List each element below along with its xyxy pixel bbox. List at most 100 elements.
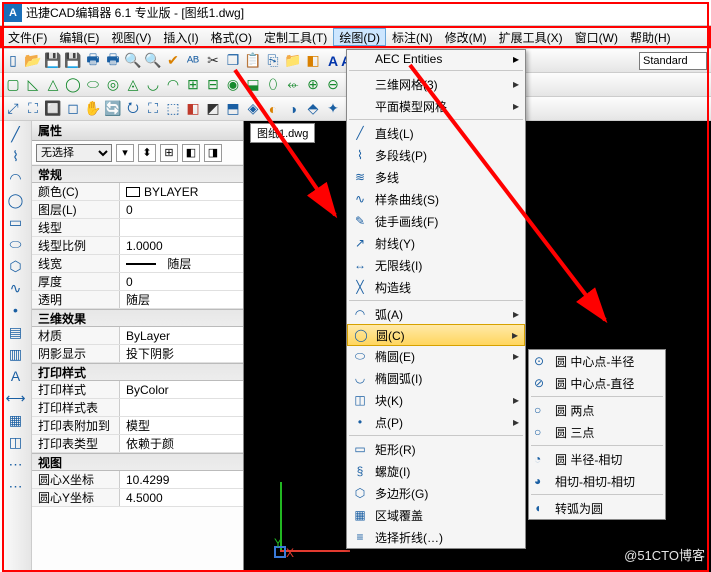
- misc3-icon[interactable]: ◈: [244, 100, 262, 118]
- pal-btn4[interactable]: ◧: [182, 144, 200, 162]
- menu-file[interactable]: 文件(F): [2, 28, 53, 46]
- menu-circle[interactable]: ◯圆(C)▸: [347, 324, 525, 346]
- menu-polygon[interactable]: ⬡多边形(G): [347, 482, 525, 504]
- extrude-icon[interactable]: ⬓: [244, 76, 262, 94]
- pal-btn2[interactable]: ⬍: [138, 144, 156, 162]
- prop-layer-value[interactable]: 0: [120, 201, 243, 218]
- solid-dome-icon[interactable]: ◠: [164, 76, 182, 94]
- dock-rect-icon[interactable]: ▭: [7, 213, 25, 231]
- solid-dish-icon[interactable]: ◡: [144, 76, 162, 94]
- pan-icon[interactable]: ✋: [84, 100, 102, 118]
- dock-circle-icon[interactable]: ◯: [7, 191, 25, 209]
- print-icon[interactable]: 🖶: [84, 52, 102, 70]
- group-general[interactable]: 常规: [32, 165, 243, 183]
- prop-cy-value[interactable]: 4.5000: [120, 489, 243, 506]
- dock-more1-icon[interactable]: ⋯: [7, 455, 25, 473]
- dock-hatch-icon[interactable]: ▤: [7, 323, 25, 341]
- menu-window[interactable]: 窗口(W): [569, 28, 624, 46]
- saveall-icon[interactable]: 💾: [64, 52, 82, 70]
- menu-insert[interactable]: 插入(I): [157, 28, 204, 46]
- canvas-tab[interactable]: 图纸1.dwg: [250, 123, 315, 143]
- prop-ltype-value[interactable]: [120, 219, 243, 236]
- circle-ttt[interactable]: ◕相切-相切-相切: [529, 470, 665, 492]
- group-view[interactable]: 视图: [32, 453, 243, 471]
- save-icon[interactable]: 💾: [44, 52, 62, 70]
- menu-cline[interactable]: ╳构造线: [347, 276, 525, 298]
- menu-format[interactable]: 格式(O): [205, 28, 258, 46]
- dock-polygon-icon[interactable]: ⬡: [7, 257, 25, 275]
- zoom1-icon[interactable]: ⤢: [4, 100, 22, 118]
- prop-cx-value[interactable]: 10.4299: [120, 471, 243, 488]
- mesh-icon[interactable]: ⊞: [184, 76, 202, 94]
- solid-box-icon[interactable]: ▢: [4, 76, 22, 94]
- menu-modify[interactable]: 修改(M): [439, 28, 493, 46]
- dock-text-icon[interactable]: A: [7, 367, 25, 385]
- menu-edit[interactable]: 编辑(E): [53, 28, 105, 46]
- dock-ellipse-icon[interactable]: ⬭: [7, 235, 25, 253]
- union-icon[interactable]: ⊕: [304, 76, 322, 94]
- menu-help[interactable]: 帮助(H): [624, 28, 677, 46]
- menu-infline[interactable]: ↔无限线(I): [347, 254, 525, 276]
- copy-icon[interactable]: ❐: [224, 52, 242, 70]
- print2-icon[interactable]: 🖶: [104, 52, 122, 70]
- menu-annotate[interactable]: 标注(N): [386, 28, 439, 46]
- solid-torus-icon[interactable]: ◎: [104, 76, 122, 94]
- arc-to-circle[interactable]: ◖转弧为圆: [529, 497, 665, 519]
- prop-color-value[interactable]: BYLAYER: [144, 185, 198, 199]
- menu-extras[interactable]: ≡选择折线(…): [347, 526, 525, 548]
- preview-icon[interactable]: 🔍: [124, 52, 142, 70]
- menu-spiral[interactable]: §螺旋(I): [347, 460, 525, 482]
- circle-center-diameter[interactable]: ⊘圆 中心点-直径: [529, 372, 665, 394]
- circle-3pt[interactable]: ○圆 三点: [529, 421, 665, 443]
- dock-arc-icon[interactable]: ◠: [7, 169, 25, 187]
- solid-pyramid-icon[interactable]: ◬: [124, 76, 142, 94]
- menu-point[interactable]: •点(P)▸: [347, 411, 525, 433]
- folder2-icon[interactable]: 📁: [284, 52, 302, 70]
- menu-customize[interactable]: 定制工具(T): [258, 28, 333, 46]
- dock-block-icon[interactable]: ◫: [7, 433, 25, 451]
- menu-region[interactable]: ▦区域覆盖: [347, 504, 525, 526]
- menu-spline[interactable]: ∿样条曲线(S): [347, 188, 525, 210]
- cut-icon[interactable]: ✂: [204, 52, 222, 70]
- 3dorbit-icon[interactable]: ⭮: [124, 100, 142, 118]
- menu-view[interactable]: 视图(V): [105, 28, 157, 46]
- dock-dim-icon[interactable]: ⟷: [7, 389, 25, 407]
- prop-ps-value[interactable]: ByColor: [120, 381, 243, 398]
- prop-trans-value[interactable]: 随层: [120, 291, 243, 308]
- new-icon[interactable]: ▯: [4, 52, 22, 70]
- abc-icon[interactable]: ᴬᴮ: [184, 52, 202, 70]
- menu-aec[interactable]: AEC Entities▸: [347, 50, 525, 68]
- misc2-icon[interactable]: ⬒: [224, 100, 242, 118]
- misc5-icon[interactable]: ◑: [284, 100, 302, 118]
- dock-spline-icon[interactable]: ∿: [7, 279, 25, 297]
- circle-rad-tan[interactable]: ◔圆 半径-相切: [529, 448, 665, 470]
- dock-pline-icon[interactable]: ⌇: [7, 147, 25, 165]
- solid-sphere-icon[interactable]: ◯: [64, 76, 82, 94]
- text-style-combo[interactable]: Standard: [639, 52, 707, 70]
- menu-extend[interactable]: 扩展工具(X): [493, 28, 569, 46]
- menu-mesh3d[interactable]: 三维网格(3)▸: [347, 73, 525, 95]
- prop-thick-value[interactable]: 0: [120, 273, 243, 290]
- menu-freehand[interactable]: ✎徒手画线(F): [347, 210, 525, 232]
- subtract-icon[interactable]: ⊖: [324, 76, 342, 94]
- menu-flatmodel[interactable]: 平面模型网格▸: [347, 95, 525, 117]
- prop-pst-value[interactable]: [120, 399, 243, 416]
- misc6-icon[interactable]: ⬘: [304, 100, 322, 118]
- group-3d[interactable]: 三维效果: [32, 309, 243, 327]
- prop-lweight-value[interactable]: 随层: [167, 255, 191, 272]
- menu-draw[interactable]: 绘图(D): [333, 28, 386, 46]
- menu-polyline[interactable]: ⌇多段线(P): [347, 144, 525, 166]
- selection-combo[interactable]: 无选择: [36, 144, 112, 162]
- solid-cyl-icon[interactable]: ⬭: [84, 76, 102, 94]
- fit-icon[interactable]: ⛶: [144, 100, 162, 118]
- find-icon[interactable]: 🔍: [144, 52, 162, 70]
- menu-multiline[interactable]: ≋多线: [347, 166, 525, 188]
- open-icon[interactable]: 📂: [24, 52, 42, 70]
- prop-ltscale-value[interactable]: 1.0000: [120, 237, 243, 254]
- misc4-icon[interactable]: ◐: [264, 100, 282, 118]
- paste-icon[interactable]: 📋: [244, 52, 262, 70]
- menu-ray[interactable]: ↗射线(Y): [347, 232, 525, 254]
- pal-btn5[interactable]: ◨: [204, 144, 222, 162]
- group-print[interactable]: 打印样式: [32, 363, 243, 381]
- revolve-icon[interactable]: ◉: [224, 76, 242, 94]
